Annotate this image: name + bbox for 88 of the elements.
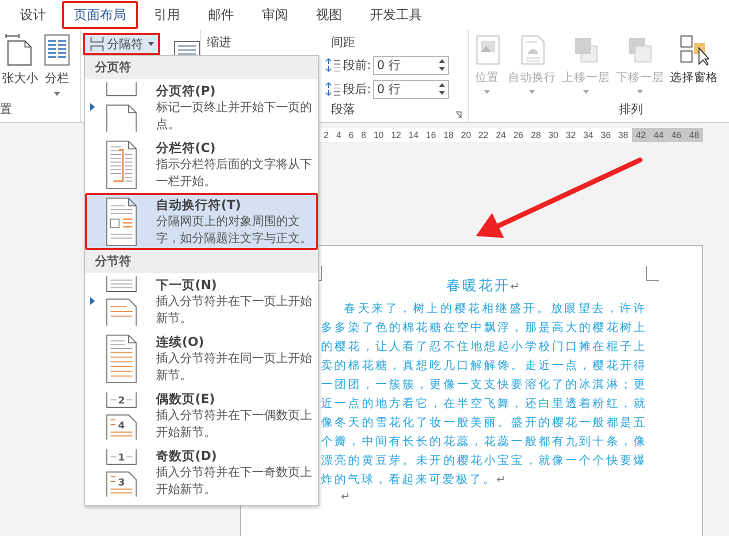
ruler-number: 28 <box>530 130 541 140</box>
spacing-label: 间距 <box>331 34 355 51</box>
menu-item[interactable]: 1 3 奇数页(D) 插入分节符并在下一奇数页上开始新节。 <box>85 444 318 501</box>
ruler-number: 12 <box>391 130 402 140</box>
ruler-number: 38 <box>618 130 628 140</box>
ruler-number: 6 <box>348 130 354 140</box>
menu-item-description: 标记一页终止并开始下一页的点。 <box>156 99 313 133</box>
spacing-label: 段前: <box>343 56 372 74</box>
menu-item[interactable]: 分栏符(C) 指示分栏符后面的文字将从下一栏开始。 <box>85 136 318 193</box>
menu-item[interactable]: 2 4 偶数页(E) 插入分节符并在下一偶数页上开始新节。 <box>85 387 318 444</box>
ribbon-tab[interactable]: 审阅 <box>250 1 300 29</box>
spinner-arrows-icon <box>439 59 446 71</box>
document-paragraph: 春天来了，树上的樱花相继盛开。放眼望去，许许多多染了色的棉花糖在空中飘浮，那是高大的樱花树上的樱花，让人看了忍不住地想起小学校门口摊在棍子上卖的棉花糖，真想吃几口解解馋。走近一点，樱花开得一团团，一簇簇，更像一支支快要溶化了的冰淇淋；更近一点的地方看它，在半空飞舞，还白里透着粉红，就像冬天的雪花化了妆一般美丽。盛开的樱花一般都是五个瓣，中间有长长的花蕊，花蕊一般都有九到十条，像漂亮的黄豆芽。未开的樱花小宝宝，就像一个个快要爆炸的气球，看起来可爱极了。↵ <box>321 300 647 488</box>
menu-item[interactable]: 连续(O) 插入分节符并在同一页上开始新节。 <box>85 330 318 387</box>
dropdown-caret-icon <box>54 92 60 96</box>
menu-item[interactable]: 下一页(N) 插入分节符并在下一页上开始新节。 <box>85 273 318 330</box>
ribbon-tab[interactable]: 开发工具 <box>358 1 434 29</box>
menu-item-description: 分隔网页上的对象周围的文字，如分隔题注文字与正文。 <box>156 213 313 247</box>
group-label: 段落 <box>331 101 355 118</box>
menu-item[interactable]: 自动换行符(T) 分隔网页上的对象周围的文字，如分隔题注文字与正文。 <box>85 193 318 250</box>
spinner-arrows-icon <box>439 83 446 95</box>
document-title: 春暖花开 <box>446 278 510 294</box>
ruler-number: 2 <box>324 130 329 140</box>
ruler-number: 20 <box>460 130 471 140</box>
ruler-number: 10 <box>374 130 384 140</box>
menu-section-header: 分节符 <box>85 250 318 273</box>
ruler-number: 26 <box>513 130 524 140</box>
paragraph-mark: ↵ <box>341 490 350 503</box>
menu-item-title: 自动换行符(T) <box>156 196 242 213</box>
dropdown-caret-icon <box>529 90 535 94</box>
menu-item-title: 连续(O) <box>156 333 206 350</box>
menu-item-title: 下一页(N) <box>156 276 218 293</box>
menu-item-description: 插入分节符并在同一页上开始新节。 <box>156 350 313 384</box>
icon-number: 3 <box>118 477 125 488</box>
ribbon-button[interactable]: 张大小 <box>0 30 40 96</box>
breaks-button[interactable]: 分隔符 <box>83 33 160 55</box>
group-label: 置 <box>0 101 12 118</box>
menu-item-title: 分页符(P) <box>156 82 217 99</box>
menu-section-header: 分页符 <box>85 56 318 79</box>
selection-pane-icon <box>679 34 709 66</box>
dropdown-caret-icon <box>484 90 490 94</box>
ruler-number: 34 <box>583 130 594 140</box>
menu-item-description: 指示分栏符后面的文字将从下一栏开始。 <box>156 156 313 190</box>
ribbon-tab[interactable]: 视图 <box>304 1 354 29</box>
ribbon-tab[interactable]: 设计 <box>8 1 58 29</box>
ruler-number: 4 <box>336 130 342 140</box>
group-label: 排列 <box>619 101 643 118</box>
menu-item[interactable]: 分页符(P) 标记一页终止并开始下一页的点。 <box>85 79 318 136</box>
dialog-launcher-icon[interactable] <box>455 111 462 118</box>
ruler-number: 22 <box>478 130 488 140</box>
ruler-number: 32 <box>566 130 576 140</box>
spacing-field[interactable]: 0 行 <box>373 80 450 98</box>
ruler-number: 30 <box>548 130 558 140</box>
spacing-before-icon <box>325 57 341 73</box>
ruler-number: 18 <box>443 130 454 140</box>
paragraph-mark: ↵ <box>510 280 522 293</box>
icon-number: 4 <box>118 420 125 432</box>
ruler-number: 44 <box>654 130 664 140</box>
columns-icon <box>42 34 72 66</box>
spacing-field[interactable]: 0 行 <box>373 56 450 74</box>
menu-item-description: 插入分节符并在下一奇数页上开始新节。 <box>156 464 313 498</box>
icon-number: 1 <box>118 452 125 464</box>
menu-item-description: 插入分节符并在下一页上开始新节。 <box>156 293 313 327</box>
menu-item-title: 分栏符(C) <box>156 139 217 156</box>
menu-item-title: 奇数页(D) <box>156 447 218 464</box>
ruler-number: 48 <box>689 130 700 140</box>
ribbon-tab[interactable]: 引用 <box>142 1 192 29</box>
ruler-number: 24 <box>496 130 506 140</box>
menu-item-description: 插入分节符并在下一偶数页上开始新节。 <box>156 407 313 441</box>
ribbon-tab[interactable]: 邮件 <box>196 1 246 29</box>
ruler-number: 36 <box>600 130 611 140</box>
dropdown-caret-icon <box>583 90 589 94</box>
spacing-after-icon <box>325 81 341 97</box>
ribbon-button[interactable]: 分栏 <box>40 30 74 96</box>
indent-label: 缩进 <box>207 34 231 51</box>
page-break-icon <box>89 37 105 51</box>
ruler-number: 46 <box>671 130 682 140</box>
ribbon-tab[interactable]: 页面布局 <box>62 1 138 29</box>
ruler-number: 16 <box>426 130 436 140</box>
ruler-number: 8 <box>361 130 366 140</box>
ruler-number: 14 <box>408 130 419 140</box>
ruler-number: 42 <box>636 130 646 140</box>
menu-item-title: 偶数页(E) <box>156 390 216 407</box>
ribbon-button[interactable]: 选择窗格 <box>667 30 721 94</box>
icon-number: 2 <box>118 396 125 407</box>
spacing-label: 段后: <box>343 80 372 98</box>
dropdown-caret-icon <box>148 42 154 46</box>
dropdown-caret-icon <box>637 90 643 94</box>
